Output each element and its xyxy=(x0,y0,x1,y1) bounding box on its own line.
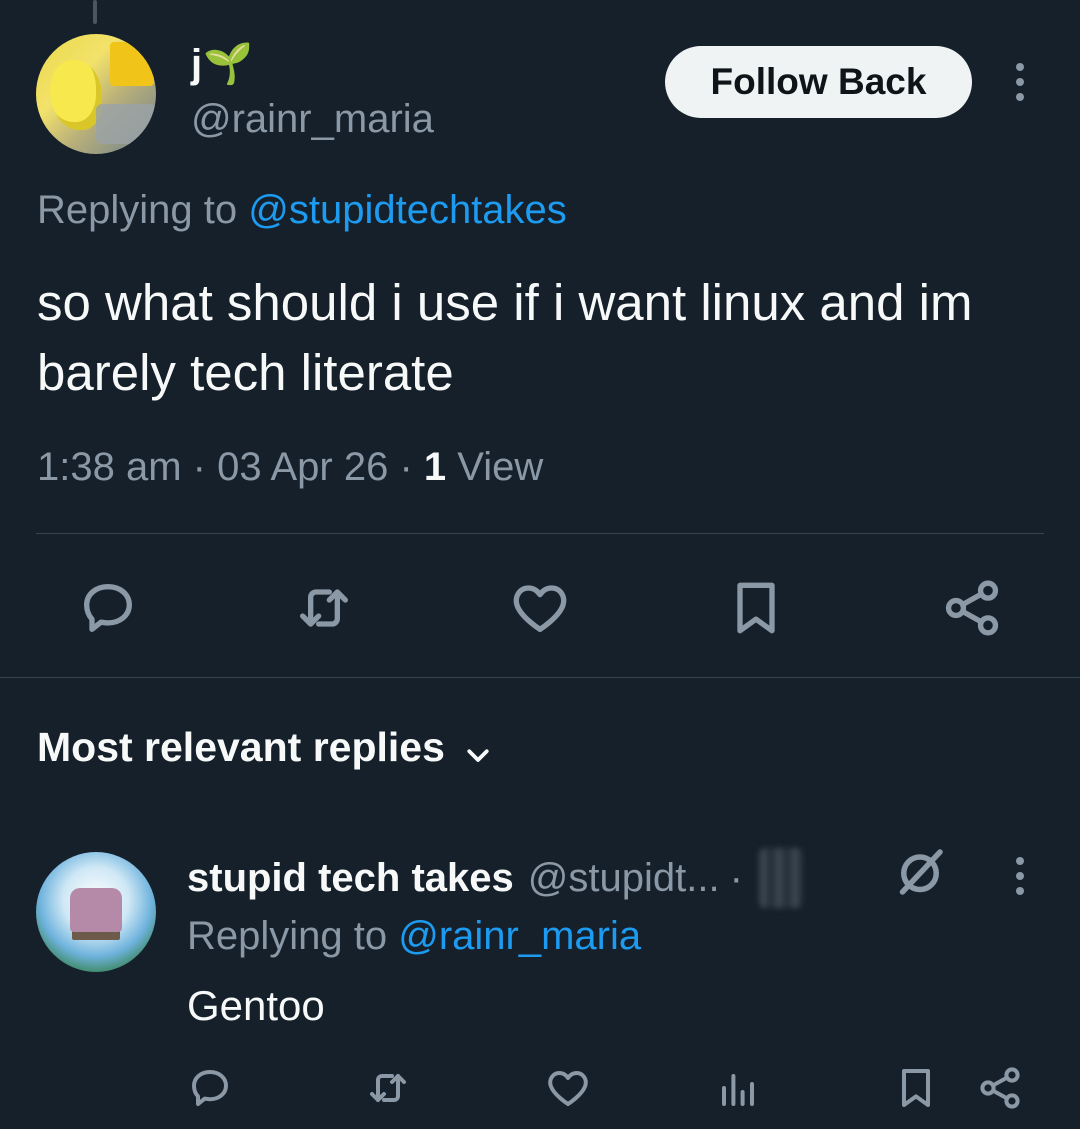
follow-back-button[interactable]: Follow Back xyxy=(665,46,972,118)
reply-author-avatar[interactable] xyxy=(36,852,156,972)
author-handle[interactable]: @rainr_maria xyxy=(191,97,434,142)
retweet-icon[interactable] xyxy=(292,576,356,640)
reply-icon[interactable] xyxy=(76,576,140,640)
share-icon[interactable] xyxy=(940,576,1004,640)
reply-replying-to-mention[interactable]: @rainr_maria xyxy=(398,914,641,958)
redacted-timestamp xyxy=(758,848,803,908)
replying-prefix: Replying to xyxy=(37,188,249,232)
reply-text: Gentoo xyxy=(187,982,325,1029)
reply-share-icon[interactable] xyxy=(976,1064,1024,1112)
tweet-text: so what should i use if i want linux and… xyxy=(37,274,973,401)
author-avatar[interactable] xyxy=(36,34,156,154)
reply-more-options-icon[interactable] xyxy=(1000,846,1040,906)
tweet-meta: 1:38 am · 03 Apr 26 · 1 View xyxy=(37,445,544,489)
reply-display-name[interactable]: stupid tech takes xyxy=(187,856,514,901)
section-divider xyxy=(0,677,1080,678)
bookmark-icon[interactable] xyxy=(724,576,788,640)
grok-icon[interactable] xyxy=(890,842,950,902)
more-options-icon[interactable] xyxy=(1000,52,1040,112)
replies-sort-dropdown[interactable]: Most relevant replies xyxy=(37,724,493,771)
like-icon[interactable] xyxy=(508,576,572,640)
replying-to-mention[interactable]: @stupidtechtakes xyxy=(248,188,567,232)
tweet-time[interactable]: 1:38 am xyxy=(37,445,182,489)
reply-retweet-icon[interactable] xyxy=(364,1064,412,1112)
reply-handle[interactable]: @stupidt... xyxy=(528,856,720,901)
views-label: View xyxy=(457,445,544,489)
reply-replying-prefix: Replying to xyxy=(187,914,399,958)
reply-bookmark-icon[interactable] xyxy=(892,1064,940,1112)
replying-to-line: Replying to @stupidtechtakes xyxy=(37,188,567,233)
chevron-down-icon xyxy=(463,733,493,763)
author-display-name[interactable]: j🌱 xyxy=(191,40,254,87)
replies-sort-label: Most relevant replies xyxy=(37,724,445,770)
views-count: 1 xyxy=(423,445,447,489)
reply-replying-to-line: Replying to @rainr_maria xyxy=(187,914,641,959)
reply-views-icon[interactable] xyxy=(714,1064,762,1112)
thread-connector-line xyxy=(93,0,97,24)
reply-like-icon[interactable] xyxy=(544,1064,592,1112)
reply-reply-icon[interactable] xyxy=(186,1064,234,1112)
reply-author-line: stupid tech takes @stupidt... · xyxy=(187,848,803,908)
divider xyxy=(36,533,1044,534)
tweet-date[interactable]: 03 Apr 26 xyxy=(217,445,388,489)
